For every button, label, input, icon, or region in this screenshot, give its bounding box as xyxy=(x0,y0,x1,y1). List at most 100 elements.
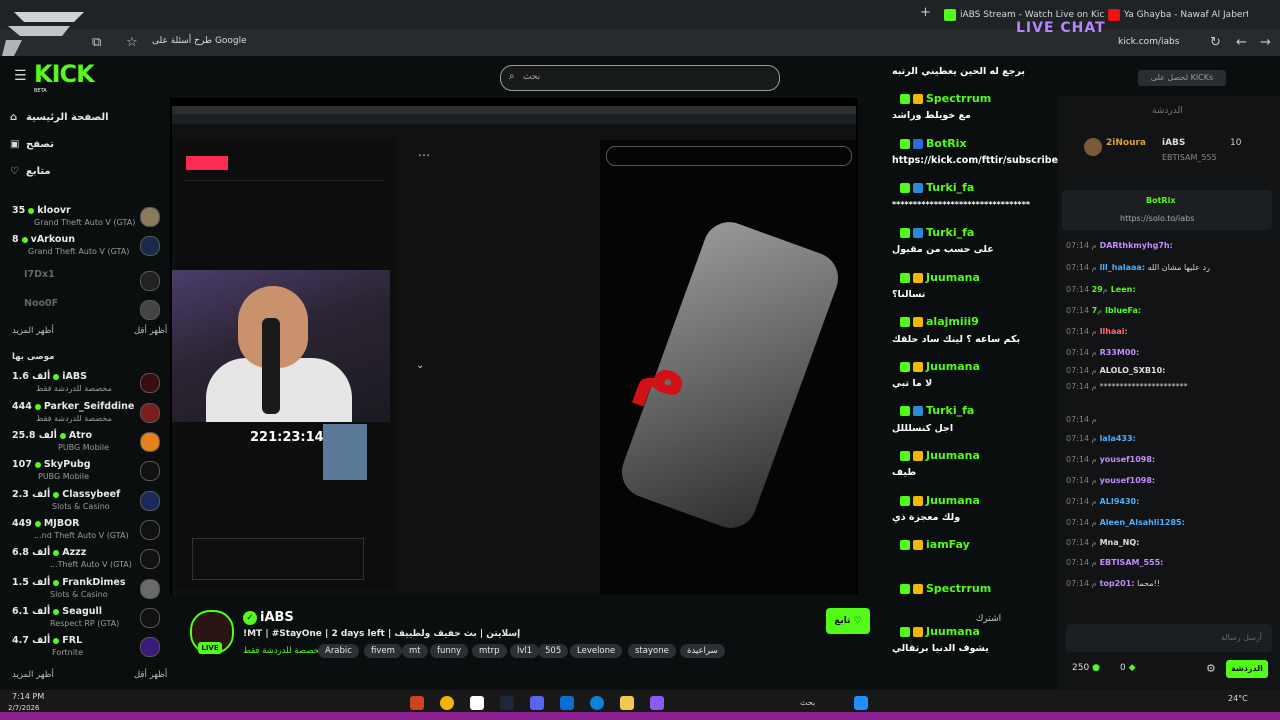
sidebar-channel-iabs[interactable]: 1.6 ألف iABS مخصصة للدردشة فقط xyxy=(0,370,168,398)
tag[interactable]: stayone xyxy=(628,644,676,658)
back-icon[interactable]: ← xyxy=(1236,30,1247,56)
kick-logo[interactable]: KICK BETA xyxy=(34,60,106,94)
points-display[interactable]: 250 ● xyxy=(1072,663,1100,673)
sidebar-channel-kloovr[interactable]: 35 kloovr Grand Theft Auto V (GTA) xyxy=(0,204,168,232)
url-text[interactable]: kick.com/iabs xyxy=(1118,37,1179,47)
taskbar-date[interactable]: 2/7/2026 xyxy=(8,704,39,712)
app-icon[interactable] xyxy=(410,696,424,710)
tag[interactable]: lvl1 xyxy=(510,644,540,658)
discord-icon[interactable] xyxy=(530,696,544,710)
pinned-text[interactable]: https://solo.to/iabs xyxy=(1120,214,1194,223)
show-more-link[interactable]: أظهر المزيد xyxy=(12,670,54,680)
tag[interactable]: 505 xyxy=(538,644,569,658)
live-dot-icon xyxy=(53,549,60,556)
youtube-favicon-icon xyxy=(1108,8,1120,21)
tag[interactable]: Levelone xyxy=(570,644,623,658)
chat-user[interactable]: ALOLO_SXB10: xyxy=(1100,366,1166,375)
chat-user[interactable]: R33M00: xyxy=(1100,348,1140,357)
gifter-name[interactable]: iABS xyxy=(1162,138,1185,148)
sidebar-channel-seagull[interactable]: 6.1 ألف Seagull Respect RP (GTA) xyxy=(0,605,168,633)
more-options-icon[interactable]: ⋯ xyxy=(418,148,430,162)
channel-game: Grand Theft Auto V (GTA) xyxy=(28,247,130,256)
sidebar-channel-noo0f[interactable]: Noo0F xyxy=(0,297,168,325)
steam-icon[interactable] xyxy=(500,696,514,710)
avatar xyxy=(140,549,160,569)
sidebar-channel-mjbor[interactable]: 449 MJBOR ...nd Theft Auto V (GTA) xyxy=(0,517,168,545)
chat-user[interactable]: 29Leen: xyxy=(1092,285,1136,294)
channel-game: Fortnite xyxy=(52,648,83,657)
channel-game: PUBG Mobile xyxy=(38,472,90,481)
chat-time: 07:14 م xyxy=(1066,366,1097,375)
sidebar-channel-frankdimes[interactable]: 1.5 ألف FrankDimes Slots & Casino xyxy=(0,576,168,604)
badge-icon xyxy=(900,540,910,550)
viewer-count: 2.3 ألف xyxy=(12,489,51,500)
star-icon[interactable]: ☆ xyxy=(126,30,138,56)
sidebar-channel-azzz[interactable]: 6.8 ألف Azzz ...Theft Auto V (GTA) xyxy=(0,546,168,574)
chrome-icon[interactable] xyxy=(440,696,454,710)
gear-icon[interactable]: ⚙ xyxy=(1206,662,1216,675)
chevron-down-icon[interactable]: ⌄ xyxy=(416,360,424,371)
chat-user[interactable]: DARthkmyhg7h: xyxy=(1100,241,1173,250)
chat-user[interactable]: yousef1098: xyxy=(1100,476,1156,485)
sidebar-channel-parker[interactable]: 444 Parker_Seifddine مخصصة للدردشة فقط xyxy=(0,400,168,428)
get-kicks-button[interactable]: لحصل على KICKs xyxy=(1138,70,1226,86)
folder-icon[interactable] xyxy=(620,696,634,710)
chat-user[interactable]: Mna_NQ: xyxy=(1100,538,1140,547)
nav-home[interactable]: ⌂ الصفحة الرئيسية xyxy=(10,112,109,123)
overlay-chat-user: Juumana xyxy=(900,494,980,507)
nav-browse[interactable]: ▣ تصفح xyxy=(10,139,54,150)
sidebar-channel-i7dx1[interactable]: I7Dx1 xyxy=(0,268,168,296)
tab-youtube[interactable]: Ya Ghayba - Nawaf Al Jaberti | xyxy=(1108,4,1248,26)
tag[interactable]: fivem xyxy=(364,644,402,658)
username: Juumana xyxy=(926,360,980,373)
nav-following[interactable]: ♡ متابع xyxy=(10,166,51,177)
show-less-link[interactable]: أظهر أقل xyxy=(134,326,167,336)
top-gifter-name[interactable]: 2iNoura xyxy=(1106,138,1146,148)
start-icon[interactable] xyxy=(854,696,868,710)
sidebar-channel-classybeef[interactable]: 2.3 ألف Classybeef Slots & Casino xyxy=(0,488,168,516)
app-icon[interactable] xyxy=(470,696,484,710)
tag[interactable]: mtrp xyxy=(472,644,507,658)
sidebar-channel-atro[interactable]: 25.8 ألف Atro PUBG Mobile xyxy=(0,429,168,457)
sidebar-channel-skypubg[interactable]: 107 SkyPubg PUBG Mobile xyxy=(0,458,168,486)
taskbar-weather[interactable]: 24°C xyxy=(1228,694,1248,703)
show-less-link[interactable]: أظهر أقل xyxy=(134,670,167,680)
chat-user[interactable]: EBTISAM_555: xyxy=(1100,558,1164,567)
sidebar-channel-varkoun[interactable]: 8 vArkoun Grand Theft Auto V (GTA) xyxy=(0,233,168,261)
tag[interactable]: mt xyxy=(402,644,428,658)
search-input[interactable]: ⌕ بحث xyxy=(500,65,780,91)
follow-button[interactable]: تابع ♡ xyxy=(826,608,870,634)
forward-icon[interactable]: → xyxy=(1260,30,1271,56)
taskbar-search[interactable]: بحث xyxy=(800,698,815,707)
streamer-name[interactable]: iABS xyxy=(260,610,294,625)
pinned-message[interactable]: BotRix https://solo.to/iabs xyxy=(1062,190,1272,230)
kicks-display[interactable]: 0 ◆ xyxy=(1120,663,1136,673)
store-icon[interactable] xyxy=(560,696,574,710)
sidebar-channel-frl[interactable]: 4.7 ألف FRL Fortnite xyxy=(0,634,168,662)
tag[interactable]: funny xyxy=(430,644,469,658)
stream-category[interactable]: مخصصة للدردشة فقط xyxy=(243,646,324,656)
tag[interactable]: Arabic xyxy=(318,644,359,658)
reload-icon[interactable]: ↻ xyxy=(1210,30,1221,56)
chat-user[interactable]: top201: xyxy=(1100,579,1135,588)
tabs-icon[interactable]: ⧉ xyxy=(92,30,101,56)
menu-icon[interactable]: ☰ xyxy=(14,68,27,84)
chat-user[interactable]: lala433: xyxy=(1100,434,1136,443)
app-icon[interactable] xyxy=(650,696,664,710)
send-chat-button[interactable]: الدردشة xyxy=(1226,660,1268,678)
channel-name: kloovr xyxy=(37,205,71,216)
show-more-link[interactable]: أظهر المزيد xyxy=(12,326,54,336)
chat-user[interactable]: yousef1098: xyxy=(1100,455,1156,464)
chat-user[interactable]: lll_halaaa: xyxy=(1100,263,1145,272)
chat-user[interactable]: Ilhaai: xyxy=(1100,327,1128,336)
chat-user[interactable]: Aleen_Alsahli1285: xyxy=(1100,518,1185,527)
tag[interactable]: سراعيدة xyxy=(680,644,725,658)
gifter-name[interactable]: EBTISAM_555 xyxy=(1162,153,1217,162)
chat-user[interactable]: ALI9430: xyxy=(1100,497,1140,506)
edge-icon[interactable] xyxy=(590,696,604,710)
new-tab-icon[interactable]: + xyxy=(920,0,931,26)
google-prompt[interactable]: طرح أسئلة على Google xyxy=(152,36,247,46)
chat-input[interactable]: أرسل رسالة xyxy=(1066,624,1272,652)
taskbar-time[interactable]: 7:14 PM xyxy=(12,692,44,701)
subscribe-button[interactable]: اشترك xyxy=(976,614,1001,624)
